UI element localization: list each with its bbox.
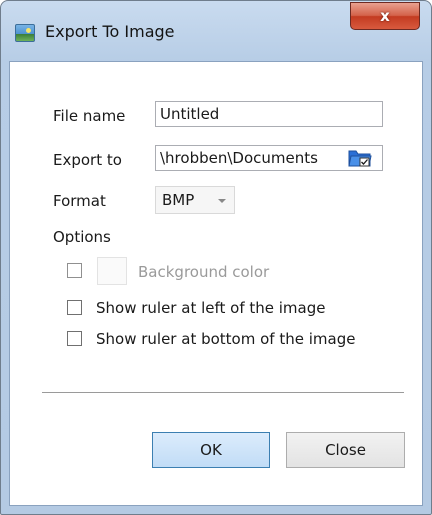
ruler-bottom-label[interactable]: Show ruler at bottom of the image [96,330,355,348]
file-name-input[interactable]: Untitled [155,101,383,127]
close-button[interactable]: Close [286,432,405,468]
ruler-left-label[interactable]: Show ruler at left of the image [96,299,325,317]
format-label: Format [53,192,106,210]
export-to-label: Export to [53,151,122,169]
background-color-label: Background color [138,263,270,281]
title-bar[interactable]: Export To Image x [1,1,431,65]
file-name-label: File name [53,107,126,125]
export-to-path: \hrobben\Documents [160,149,318,167]
close-icon: x [380,7,390,25]
export-dialog: Export To Image x File name Untitled Exp… [0,0,432,515]
window-title: Export To Image [45,22,175,41]
format-select[interactable]: BMP [155,186,235,214]
ruler-left-checkbox[interactable] [67,300,82,315]
format-value: BMP [162,191,195,209]
ok-button[interactable]: OK [152,432,270,468]
separator [42,392,404,393]
dialog-content: File name Untitled Export to \hrobben\Do… [9,61,423,506]
window-close-button[interactable]: x [350,2,420,30]
folder-browse-icon[interactable] [348,146,372,168]
chevron-down-icon [218,199,226,203]
background-color-swatch[interactable] [97,257,127,285]
background-color-checkbox[interactable] [67,263,82,278]
options-heading: Options [53,228,111,246]
image-icon [15,24,35,42]
ruler-bottom-checkbox[interactable] [67,331,82,346]
